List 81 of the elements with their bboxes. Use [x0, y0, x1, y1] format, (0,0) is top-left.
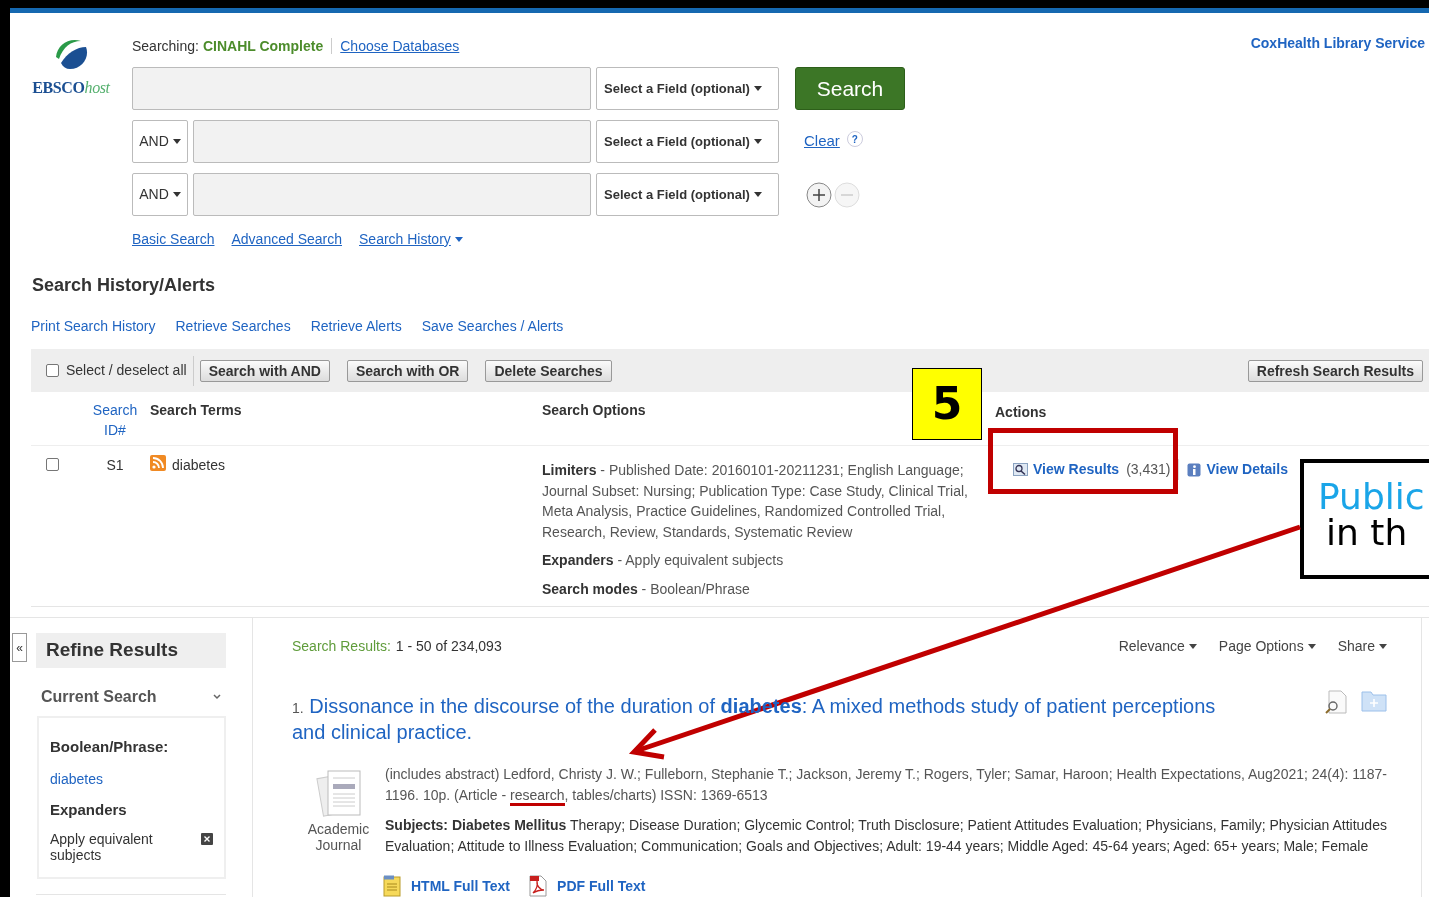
caret-icon	[1188, 644, 1197, 649]
caret-icon	[1379, 644, 1387, 649]
search-history-menu[interactable]: Search History	[359, 229, 463, 250]
caret-icon	[454, 237, 463, 242]
refresh-button[interactable]: Refresh Search Results	[1247, 359, 1423, 382]
result-subjects: Subjects: Diabetes Mellitus Therapy; Disease Duration; Glycemic Control; Truth Disclosure; Patient Attitudes Evaluation; Physicians, Family; Physician Attitudes Evaluation; Attitude to Illness Evaluation; Communication; Goals and Objectives; Adult: 19-44 years; Middle Aged: 45-64 years; Aged: 65+ years; Male; Female	[385, 816, 1388, 856]
caret-icon	[1307, 644, 1316, 649]
toolbar-button[interactable]: Search with AND	[199, 359, 330, 382]
operator-select[interactable]: AND	[132, 120, 188, 163]
search-option: Limiters - Published Date: 20160101-20211231; English Language; Journal Subset: Nursing; Publication Type: Case Study, Clinical Trial, Meta Analysis, Practice Guidelines, Randomized Controlled Trial, Research, Review, Standards, Systematic Review	[542, 460, 985, 542]
search-input[interactable]	[193, 120, 591, 163]
rss-icon[interactable]	[150, 455, 166, 471]
action-link[interactable]: View Results	[1033, 459, 1120, 480]
checkbox[interactable]	[46, 364, 59, 377]
results-menu[interactable]: Page Options	[1218, 636, 1316, 657]
operator-select[interactable]: AND	[132, 173, 188, 216]
select-all-label: Select / deselect all	[66, 361, 187, 380]
facet-label: Boolean/Phrase:	[50, 737, 170, 757]
clear-link[interactable]: Clear	[804, 130, 840, 153]
results-menu[interactable]: Relevance	[1118, 636, 1197, 657]
search-button[interactable]: Search	[795, 67, 905, 110]
field-select[interactable]: Select a Field (optional)	[596, 67, 779, 110]
history-link[interactable]: Retrieve Searches	[175, 316, 291, 337]
add-row-icon[interactable]	[806, 181, 832, 208]
callout-text: in th	[1326, 517, 1408, 549]
result-source: (includes abstract) Ledford, Christy J. W.; Fulleborn, Stephanie T.; Jackson, Jeremy T.; Rogers, Tyler; Samar, Haroon; Health Expectations, Aug2021; 24(4): 1187-1196. 10p. (Article - research, tables/charts) ISSN: 1369-6513	[385, 764, 1391, 806]
journal-icon	[313, 768, 364, 818]
search-link[interactable]: Advanced Search	[231, 229, 342, 250]
facet-label: Expanders	[50, 799, 128, 820]
column-header: Actions	[995, 403, 1048, 422]
remove-icon[interactable]	[201, 833, 213, 845]
search-id: S1	[106, 456, 124, 473]
history-link[interactable]: Save Searches / Alerts	[421, 316, 564, 337]
choose-databases-link[interactable]: Choose Databases	[340, 35, 460, 57]
search-link[interactable]: Basic Search	[132, 229, 215, 250]
results-range: 1 - 50 of 234,093	[395, 637, 502, 656]
section-heading: Search History/Alerts	[32, 274, 217, 297]
current-search-heading[interactable]: Current Search	[41, 685, 157, 709]
logo-icon	[53, 37, 89, 71]
field-select[interactable]: Select a Field (optional)	[596, 120, 779, 163]
step-number-box: 5	[912, 368, 982, 440]
column-header: Search Options	[542, 401, 646, 420]
search-term-link[interactable]: diabetes	[50, 768, 213, 790]
field-select[interactable]: Select a Field (optional)	[596, 173, 779, 216]
database-name: CINAHL Complete	[202, 36, 324, 56]
search-option: Search modes - Boolean/Phrase	[542, 578, 985, 599]
full-text-link[interactable]: HTML Full Text	[382, 875, 511, 897]
caret-icon	[753, 192, 762, 197]
caret-icon	[172, 192, 181, 197]
results-label: Search Results:	[292, 637, 391, 656]
magnifier-icon	[1013, 463, 1028, 476]
search-input[interactable]	[193, 173, 591, 216]
history-link[interactable]: Retrieve Alerts	[310, 316, 402, 337]
institution-link[interactable]: CoxHealth Library Service	[1250, 33, 1425, 250]
searching-label: Searching:	[132, 36, 199, 56]
search-option: Expanders - Apply equivalent subjects	[542, 550, 985, 571]
result-count: (3,431)	[1126, 460, 1171, 479]
history-link[interactable]: Print Search History	[31, 316, 156, 337]
logo-text: EBSCOhost	[32, 78, 110, 98]
action-link[interactable]: View Details	[1206, 459, 1288, 480]
expander-text: Apply equivalent subjects	[50, 831, 154, 863]
column-header[interactable]: Search ID#	[90, 400, 140, 445]
search-input[interactable]	[132, 67, 591, 110]
info-icon	[1187, 462, 1202, 477]
document-icon	[382, 875, 402, 897]
caret-icon	[753, 139, 762, 144]
toolbar-button[interactable]: Delete Searches	[485, 359, 612, 382]
publication-type: Academic Journal	[306, 821, 371, 853]
callout-text: Public	[1318, 477, 1425, 517]
results-menu[interactable]: Share	[1337, 636, 1387, 657]
caret-icon	[172, 139, 181, 144]
preview-icon[interactable]	[1325, 690, 1347, 714]
checkbox[interactable]	[46, 458, 59, 471]
caret-icon	[753, 86, 762, 91]
refine-header: Refine Results	[36, 633, 226, 668]
column-header: Search Terms	[150, 401, 243, 420]
chevron-icon[interactable]	[213, 694, 221, 700]
full-text-link[interactable]: PDF Full Text	[528, 875, 646, 897]
toolbar-button[interactable]: Search with OR	[346, 359, 469, 382]
collapse-button[interactable]: «	[12, 633, 27, 662]
search-term: diabetes	[172, 456, 225, 475]
